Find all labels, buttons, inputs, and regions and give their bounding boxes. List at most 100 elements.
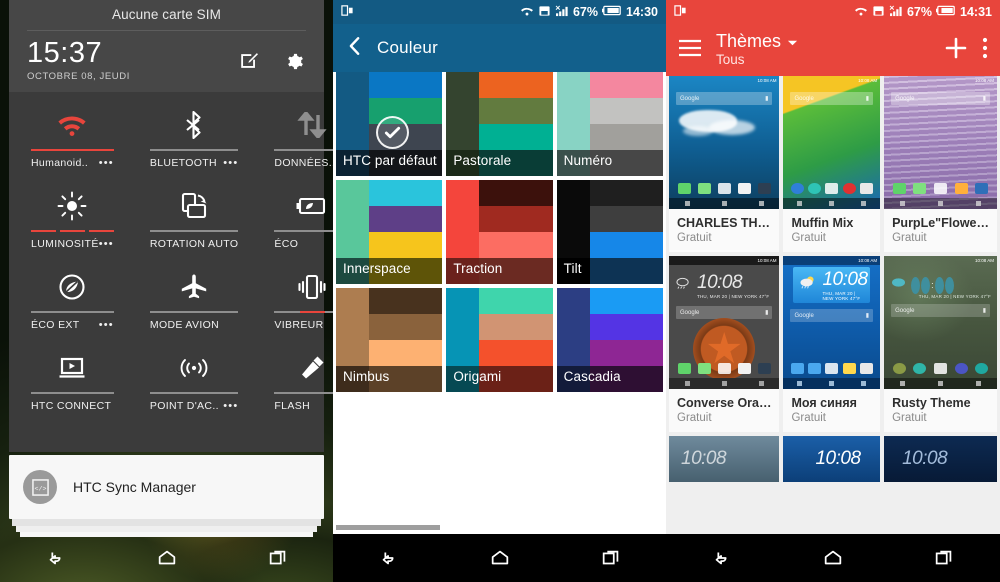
qs-more-wifi[interactable]: ••• [99,157,114,169]
app-drawer-icon [717,362,731,374]
theme-card[interactable]: 10:08 [884,436,997,482]
back-nav-button[interactable] [34,536,78,580]
mail-icon [842,362,856,374]
back-chevron-icon[interactable] [347,35,363,62]
qs-tile-bluetooth[interactable]: BLUETOOTH ••• [132,95,257,176]
color-tile-label: Numéro [563,152,613,168]
flashlight-icon [264,348,333,388]
edit-icon[interactable] [236,48,262,74]
qs-more-bluetooth[interactable]: ••• [223,157,238,169]
settings-gear-icon[interactable] [282,48,308,74]
theme-card[interactable]: 10:08 AM : THU, MAR 20 | NEW YORK 47°F G… [884,256,997,432]
mic-icon: ▮ [765,96,769,102]
overflow-menu-icon[interactable] [982,37,988,64]
qs-tile-hotspot[interactable]: POINT D'AC.. ••• [132,338,257,419]
home-nav-button[interactable] [145,536,189,580]
theme-card[interactable]: 10:08 AM Google ▮ [669,76,780,252]
theme-preview: 10:08 [884,436,997,482]
preview-status-bar: 10:08 AM [884,76,997,85]
theme-card[interactable]: 10:08 [669,436,780,482]
mail-icon [737,362,751,374]
qs-tile-eco[interactable]: ÉCO ••• [256,176,333,257]
chevron-down-icon[interactable] [787,32,798,51]
back-icon [684,381,690,386]
color-tile-tilt[interactable]: Tilt [556,180,663,284]
theme-card[interactable]: 10:08 AM 10:08 THU, MAR 20 | NEW YORK 47… [669,256,780,432]
color-tile-cascadia[interactable]: Cascadia [556,288,663,392]
theme-price: Gratuit [791,412,826,424]
recents-nav-button[interactable] [256,536,300,580]
phone-icon [790,362,804,374]
qs-label-brightness: LUMINOSITÉ [31,238,99,251]
color-tile-nimbus[interactable]: Nimbus [336,288,443,392]
qs-tile-flashlight[interactable]: FLASH [256,338,333,419]
panel-themes-store: 67% 14:31 Thèmes Tous 10:08 AM Google ▮ … [666,0,1000,582]
notification-htc-sync[interactable]: </> HTC Sync Manager [9,455,324,519]
theme-card[interactable]: 10:08 AM 10:08 THU, MAR 20 | NEW YORK 47… [783,256,881,432]
recents-nav-button[interactable] [922,536,966,580]
qs-label-airplane: MODE AVION [149,319,220,332]
theme-card[interactable]: 10:08 [783,436,881,482]
google-search-bar[interactable]: Google ▮ [891,304,990,317]
preview-clock: 10:08 AM [858,78,878,83]
color-tile-innerspace[interactable]: Innerspace [336,180,443,284]
color-tile-traction[interactable]: Traction [446,180,553,284]
qs-tile-brightness[interactable]: LUMINOSITÉ ••• [13,176,132,257]
recents-icon [758,381,764,386]
recents-icon [861,381,867,386]
camera-icon [859,362,873,374]
page-title: Thèmes [716,31,782,52]
search-hint: Google [895,307,915,314]
vibrate-icon [264,267,333,307]
qs-more-brightness[interactable]: ••• [99,238,114,250]
recents-nav-button[interactable] [589,536,633,580]
qs-tile-wifi[interactable]: Humanoid.. ••• [13,95,132,176]
messages-icon [913,182,927,194]
color-tile-htc-default[interactable]: HTC par défaut [336,72,443,176]
qs-more-hotspot[interactable]: ••• [223,400,238,412]
preview-status-bar: 10:08 AM [783,256,881,265]
home-nav-button[interactable] [478,536,522,580]
qs-label-flashlight: FLASH [274,400,310,413]
color-tile-label: Traction [453,260,503,276]
google-search-bar[interactable]: Google ▮ [891,92,990,105]
qs-tile-auto-rotate[interactable]: ROTATION AUTO [132,176,257,257]
back-nav-button[interactable] [367,536,411,580]
home-nav-button[interactable] [811,536,855,580]
theme-price: Gratuit [892,232,927,244]
color-tile-pastorale[interactable]: Pastorale [446,72,553,176]
qs-tile-mobile-data[interactable]: DONNÉES.. ••• [256,95,333,176]
theme-preview: 10:08 AM Google ▮ [783,76,881,209]
theme-card[interactable]: 10:08 AM Google ▮ [884,76,997,252]
qs-tile-vibrate[interactable]: VIBREUR [256,257,333,338]
theme-name: Rusty Theme [892,396,971,410]
preview-nav [669,378,780,389]
horizontal-scrollbar[interactable] [336,525,440,530]
color-tile-numero[interactable]: Numéro [556,72,663,176]
plus-icon[interactable] [944,36,968,65]
three-panel-screenshot: Aucune carte SIM 15:37 OCTOBRE 08, JEUDI [0,0,1000,582]
qs-tile-htc-connect[interactable]: HTC CONNECT [13,338,132,419]
google-search-bar[interactable]: Google ▮ [676,92,773,105]
theme-grid: 10:08 AM Google ▮ CHARLES TH… Gratuit 10… [666,76,1000,482]
qs-more-eco-ext[interactable]: ••• [99,319,114,331]
tile-state-bar [274,311,333,314]
theme-name: Muffin Mix [791,216,854,230]
theme-card[interactable]: 10:08 AM Google ▮ [783,76,881,252]
color-tile-origami[interactable]: Origami [446,288,553,392]
sd-card-icon [872,5,885,20]
qs-label-eco-ext: ÉCO EXT [31,319,80,332]
preview-nav [783,378,881,389]
qs-tile-airplane-mode[interactable]: MODE AVION [132,257,257,338]
qs-tile-eco-extreme[interactable]: ÉCO EXT ••• [13,257,132,338]
mail-icon [954,362,968,374]
recents-icon [861,201,867,206]
status-bar: 67% 14:30 [333,0,666,24]
theme-preview: 10:08 AM Google ▮ [884,76,997,209]
back-nav-button[interactable] [700,536,744,580]
google-search-bar[interactable]: Google ▮ [790,92,874,105]
phone-icon [677,182,691,194]
color-tile-label: Innerspace [343,260,411,276]
hamburger-menu-icon[interactable] [678,39,702,62]
google-search-bar[interactable]: Google ▮ [790,309,874,322]
